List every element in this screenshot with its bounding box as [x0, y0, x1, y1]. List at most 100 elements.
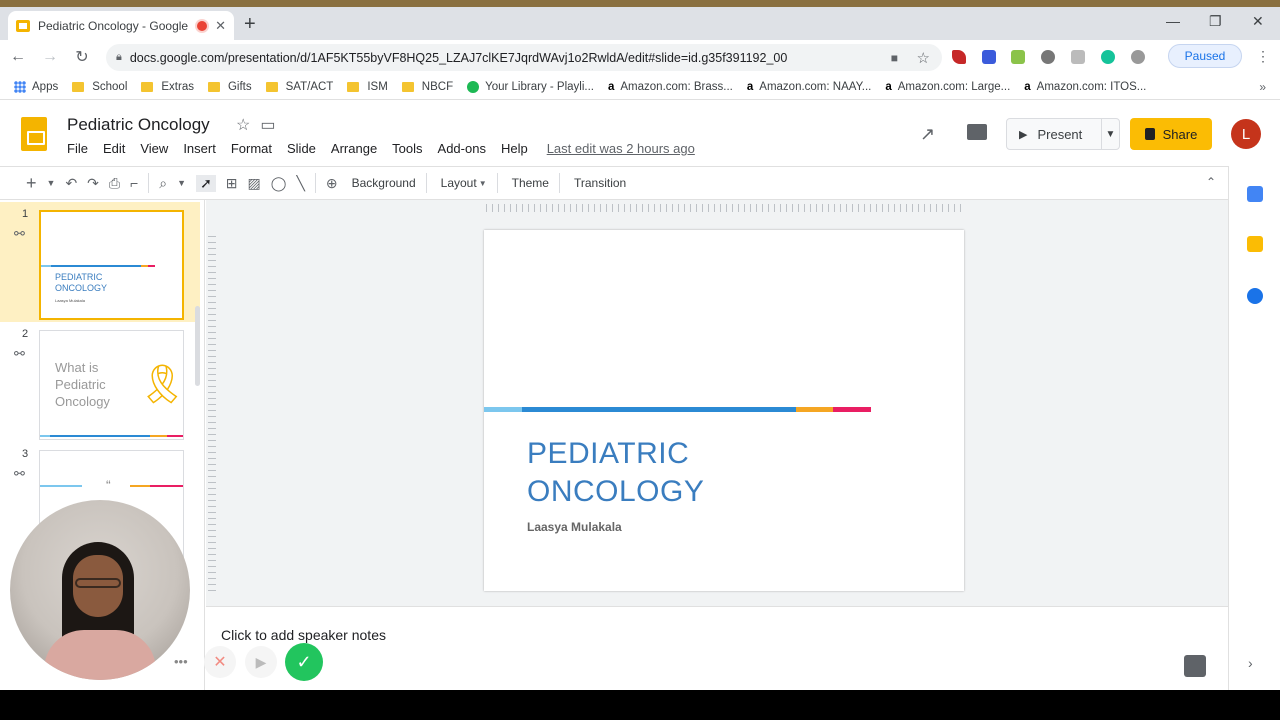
minimize-icon[interactable]: —	[1166, 13, 1180, 29]
pause-recording-button[interactable]: ▶	[245, 646, 277, 678]
bookmark-item[interactable]: Gifts	[207, 81, 252, 93]
menu-file[interactable]: File	[67, 141, 88, 156]
profile-paused-button[interactable]: Paused	[1168, 44, 1242, 68]
star-icon[interactable]: ☆	[236, 117, 260, 134]
extension-red-icon[interactable]	[952, 50, 966, 64]
bookmark-label: NBCF	[421, 80, 454, 93]
expand-side-panel-icon[interactable]: ›	[1248, 655, 1253, 671]
menu-insert[interactable]: Insert	[183, 141, 216, 156]
close-icon: ✕	[213, 654, 227, 671]
image-icon[interactable]: ▨	[248, 175, 261, 192]
bottom-letterbox	[0, 690, 1280, 720]
filmstrip-scrollbar[interactable]	[195, 306, 200, 386]
extension-gray-icon[interactable]	[1041, 50, 1055, 64]
browser-menu-icon[interactable]: ⋮	[1256, 48, 1270, 65]
transition-button[interactable]: Transition	[574, 176, 626, 190]
omnibox[interactable]: 🔒︎ docs.google.com/presentation/d/1AF5KT…	[106, 44, 942, 71]
theme-button[interactable]: Theme	[512, 176, 549, 190]
close-tab-icon[interactable]: ✕	[215, 18, 226, 34]
add-comment-icon[interactable]: ⊕	[326, 175, 338, 192]
comments-icon[interactable]	[967, 124, 987, 140]
reload-icon[interactable]: ↻	[68, 47, 96, 67]
new-tab-button[interactable]: +	[244, 13, 256, 36]
account-avatar[interactable]: L	[1231, 119, 1261, 149]
bookmark-item[interactable]: a Amazon.com: ITOS...	[1024, 81, 1146, 93]
close-window-icon[interactable]: ✕	[1252, 13, 1264, 30]
browser-tab[interactable]: Pediatric Oncology - Google ✕	[8, 11, 234, 40]
collapse-toolbar-icon[interactable]: ⌃	[1206, 175, 1216, 189]
extension-light-icon[interactable]	[1071, 50, 1085, 64]
bookmark-item[interactable]: a Amazon.com: NAAY...	[747, 81, 871, 93]
awareness-ribbon-icon: 🎗︎	[138, 364, 187, 406]
slide-thumbnail-row[interactable]: 2 ⚯ What is Pediatric Oncology 🎗︎	[0, 322, 200, 442]
menu-format[interactable]: Format	[231, 141, 272, 156]
keep-icon[interactable]	[1247, 236, 1263, 252]
bookmark-item[interactable]: Your Library - Playli...	[467, 80, 594, 93]
menu-view[interactable]: View	[140, 141, 168, 156]
last-edit-link[interactable]: Last edit was 2 hours ago	[547, 141, 695, 156]
layout-dropdown-icon[interactable]: ▼	[479, 179, 487, 188]
grammarly-icon[interactable]	[1101, 50, 1115, 64]
present-button[interactable]: ▶ Present ▼	[1006, 118, 1120, 150]
speaker-notes[interactable]: Click to add speaker notes	[206, 606, 1228, 690]
present-dropdown-icon[interactable]: ▼	[1101, 119, 1119, 149]
bookmark-item[interactable]: a Amazon.com: Large...	[885, 81, 1010, 93]
layout-button[interactable]: Layout	[441, 176, 477, 190]
zoom-dropdown-icon[interactable]: ▼	[177, 178, 186, 188]
current-slide[interactable]: PEDIATRIC ONCOLOGY Laasya Mulakala	[484, 230, 964, 591]
slide-title[interactable]: PEDIATRIC ONCOLOGY	[527, 435, 704, 511]
slide-thumbnail[interactable]: PEDIATRIC ONCOLOGY Laasya Mulakala	[39, 210, 184, 320]
cancel-recording-button[interactable]: ✕	[204, 646, 236, 678]
slide-thumbnail-row[interactable]: 1 ⚯ PEDIATRIC ONCOLOGY Laasya Mulakala	[0, 202, 200, 322]
bookmark-star-icon[interactable]: ☆	[917, 49, 930, 67]
document-title[interactable]: Pediatric Oncology	[67, 115, 210, 135]
bookmark-item[interactable]: Extras	[141, 81, 194, 93]
calendar-icon[interactable]	[1247, 186, 1263, 202]
share-button[interactable]: Share	[1130, 118, 1212, 150]
slides-app: Pediatric Oncology ☆▭ File Edit View Insert…	[0, 100, 1280, 690]
menu-help[interactable]: Help	[501, 141, 528, 156]
back-icon[interactable]: ←	[4, 48, 32, 66]
select-cursor-icon[interactable]: ➚	[196, 174, 216, 192]
finish-recording-button[interactable]: ✓	[285, 643, 323, 681]
tasks-icon[interactable]	[1247, 288, 1263, 304]
paint-format-icon[interactable]: ⌐	[130, 175, 138, 191]
camera-icon[interactable]: ■	[891, 51, 898, 65]
extension-blue-icon[interactable]	[982, 50, 996, 64]
bookmark-item[interactable]: Apps	[14, 80, 58, 93]
move-folder-icon[interactable]: ▭	[260, 117, 285, 134]
redo-icon[interactable]: ↷	[87, 175, 99, 192]
menu-tools[interactable]: Tools	[392, 141, 422, 156]
extension-circle-icon[interactable]	[1131, 50, 1145, 64]
print-icon[interactable]: ⎙	[109, 175, 120, 192]
more-bookmarks-icon[interactable]: »	[1259, 80, 1266, 94]
new-slide-icon[interactable]: +	[26, 173, 37, 194]
menu-slide[interactable]: Slide	[287, 141, 316, 156]
slide-subtitle[interactable]: Laasya Mulakala	[527, 520, 622, 534]
bookmark-item[interactable]: NBCF	[401, 80, 454, 93]
explore-icon[interactable]	[1184, 655, 1206, 677]
extension-green-icon[interactable]	[1011, 50, 1025, 64]
shape-icon[interactable]: ◯	[271, 175, 287, 192]
undo-icon[interactable]: ↶	[65, 175, 77, 192]
bookmark-item[interactable]: a Amazon.com: Brass...	[608, 81, 733, 93]
menu-edit[interactable]: Edit	[103, 141, 125, 156]
bookmark-item[interactable]: ISM	[347, 81, 388, 93]
link-icon: ⚯	[14, 466, 25, 481]
background-button[interactable]: Background	[352, 176, 416, 190]
slide-thumbnail[interactable]: What is Pediatric Oncology 🎗︎	[39, 330, 187, 440]
restore-icon[interactable]: ❐	[1209, 13, 1222, 30]
forward-icon[interactable]: →	[36, 48, 64, 66]
speaker-notes-placeholder[interactable]: Click to add speaker notes	[221, 627, 386, 643]
zoom-icon[interactable]: ⌕	[159, 175, 167, 192]
new-slide-dropdown-icon[interactable]: ▼	[47, 178, 56, 188]
menu-arrange[interactable]: Arrange	[331, 141, 377, 156]
text-box-icon[interactable]: ⊞	[226, 175, 238, 192]
bookmark-item[interactable]: SAT/ACT	[265, 81, 333, 93]
recorder-more-icon[interactable]: •••	[174, 654, 188, 669]
activity-trend-icon[interactable]: ↗	[920, 124, 935, 145]
menu-addons[interactable]: Add-ons	[438, 141, 486, 156]
line-icon[interactable]: ╲	[296, 175, 304, 192]
slides-logo-icon[interactable]	[21, 117, 47, 151]
bookmark-item[interactable]: School	[72, 81, 127, 93]
